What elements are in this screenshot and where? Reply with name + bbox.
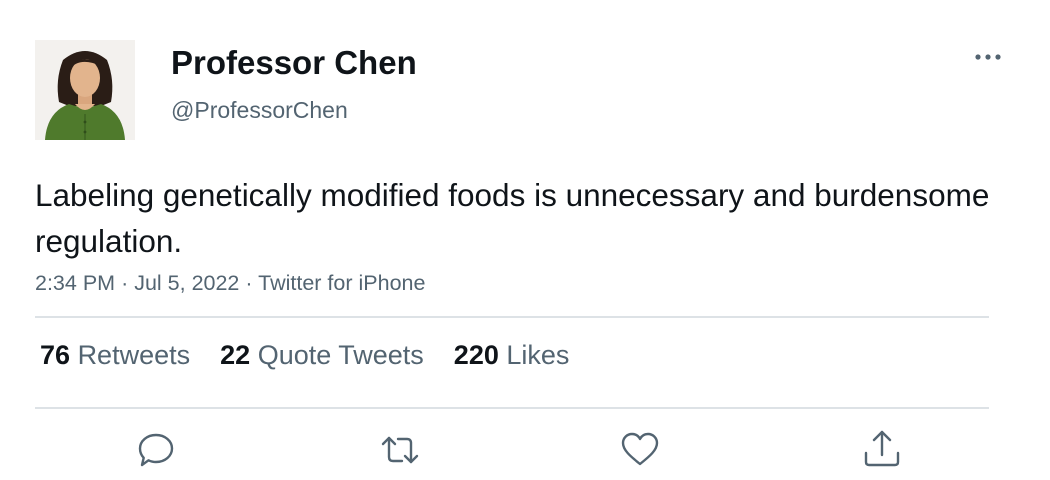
divider <box>35 407 989 409</box>
more-options-button[interactable] <box>970 44 1006 70</box>
quote-tweets-stat[interactable]: 22 Quote Tweets <box>220 340 424 371</box>
reply-button[interactable] <box>134 428 178 472</box>
like-button[interactable] <box>618 428 662 472</box>
retweet-icon <box>381 436 419 464</box>
retweets-stat[interactable]: 76 Retweets <box>40 340 190 371</box>
likes-count: 220 <box>453 340 499 370</box>
tweet-meta: 2:34 PM · Jul 5, 2022 · Twitter for iPho… <box>35 271 425 296</box>
retweets-label: Retweets <box>77 340 191 370</box>
display-name[interactable]: Professor Chen <box>171 44 417 82</box>
quote-tweets-count: 22 <box>220 340 251 370</box>
share-button[interactable] <box>860 428 904 472</box>
likes-label: Likes <box>506 340 570 370</box>
divider <box>35 316 989 318</box>
retweets-count: 76 <box>40 340 71 370</box>
meta-separator: · <box>121 271 135 295</box>
engagement-stats: 76 Retweets 22 Quote Tweets 220 Likes <box>40 340 599 371</box>
tweet-time[interactable]: 2:34 PM <box>35 271 115 295</box>
meta-separator: · <box>245 271 259 295</box>
share-icon <box>864 430 900 467</box>
handle[interactable]: @ProfessorChen <box>171 97 348 124</box>
likes-stat[interactable]: 220 Likes <box>454 340 570 371</box>
retweet-button[interactable] <box>378 428 422 472</box>
quote-tweets-label: Quote Tweets <box>257 340 424 370</box>
tweet-source[interactable]: Twitter for iPhone <box>258 271 425 295</box>
tweet-text: Labeling genetically modified foods is u… <box>35 177 990 259</box>
heart-icon <box>621 432 659 466</box>
avatar[interactable] <box>35 40 135 140</box>
more-horizontal-icon <box>975 54 1001 60</box>
reply-icon <box>138 433 174 467</box>
tweet-date[interactable]: Jul 5, 2022 <box>134 271 239 295</box>
tweet: Professor Chen @ProfessorChen Labeling g… <box>0 0 1050 480</box>
